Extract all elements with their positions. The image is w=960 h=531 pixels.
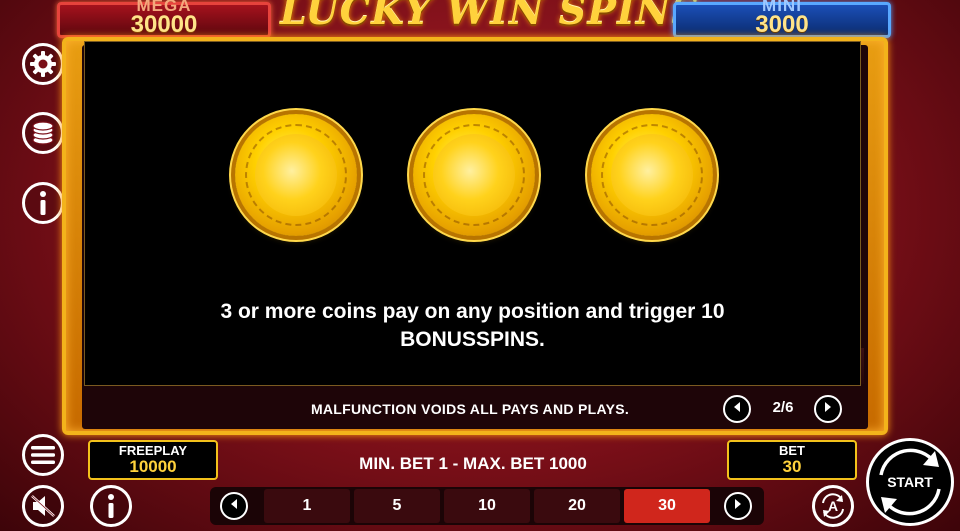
menu-icon xyxy=(31,445,55,465)
bet-option-20[interactable]: 20 xyxy=(534,489,620,523)
info-icon xyxy=(38,190,48,216)
jackpot-mega: MEGA 30000 xyxy=(57,0,271,38)
jackpot-mini: MINI 3000 xyxy=(673,0,891,38)
arrow-right-icon xyxy=(732,497,744,515)
bet-option-10[interactable]: 10 xyxy=(444,489,530,523)
bet-option-1[interactable]: 1 xyxy=(264,489,350,523)
page-indicator: 2/6 xyxy=(772,399,794,416)
info-icon xyxy=(106,493,116,519)
coin-symbol xyxy=(591,114,713,236)
bet-range-text: MIN. BET 1 - MAX. BET 1000 xyxy=(359,454,587,473)
freeplay-box: FREEPLAY 10000 xyxy=(88,440,218,480)
bet-coins-button[interactable] xyxy=(22,112,64,154)
settings-button[interactable] xyxy=(22,43,64,85)
jackpot-mini-value: 3000 xyxy=(755,11,809,38)
paytable-text-line1: 3 or more coins pay on any position and … xyxy=(220,300,725,323)
disclaimer-text: MALFUNCTION VOIDS ALL PAYS AND PLAYS. xyxy=(310,401,630,417)
coin-symbol xyxy=(413,114,535,236)
paytable-text-line2: BONUSSPINS. xyxy=(400,328,545,351)
bet-increase-button[interactable] xyxy=(724,492,752,520)
autoplay-label: A xyxy=(827,498,839,514)
previous-page-button[interactable] xyxy=(723,395,751,423)
freeplay-value: 10000 xyxy=(129,457,177,476)
bet-box: BET 30 xyxy=(727,440,857,480)
bet-decrease-button[interactable] xyxy=(220,492,248,520)
bet-label: BET xyxy=(779,443,805,458)
bet-value: 30 xyxy=(782,457,802,476)
gear-icon xyxy=(28,49,58,79)
start-label: START xyxy=(887,474,933,490)
autoplay-button[interactable]: A xyxy=(812,485,854,527)
info-button[interactable] xyxy=(22,182,64,224)
menu-button[interactable] xyxy=(22,434,64,476)
jackpot-mega-value: 30000 xyxy=(130,11,198,38)
paytable-description: 3 or more coins pay on any position and … xyxy=(125,298,820,354)
arrow-left-icon xyxy=(731,400,743,418)
paytable-info-button[interactable] xyxy=(90,485,132,527)
game-title: LUCKY WIN SPINS xyxy=(280,0,700,33)
bet-option-30[interactable]: 30 xyxy=(624,489,710,523)
arrow-right-icon xyxy=(822,400,834,418)
coin-symbol xyxy=(235,114,357,236)
freeplay-label: FREEPLAY xyxy=(118,443,188,458)
sound-toggle-button[interactable] xyxy=(22,485,64,527)
sound-off-icon xyxy=(30,494,56,518)
paytable-panel: 3 or more coins pay on any position and … xyxy=(84,41,861,386)
bet-option-5[interactable]: 5 xyxy=(354,489,440,523)
start-button[interactable]: START xyxy=(866,438,954,526)
next-page-button[interactable] xyxy=(814,395,842,423)
arrow-left-icon xyxy=(228,497,240,515)
coins-stack-icon xyxy=(30,120,56,146)
